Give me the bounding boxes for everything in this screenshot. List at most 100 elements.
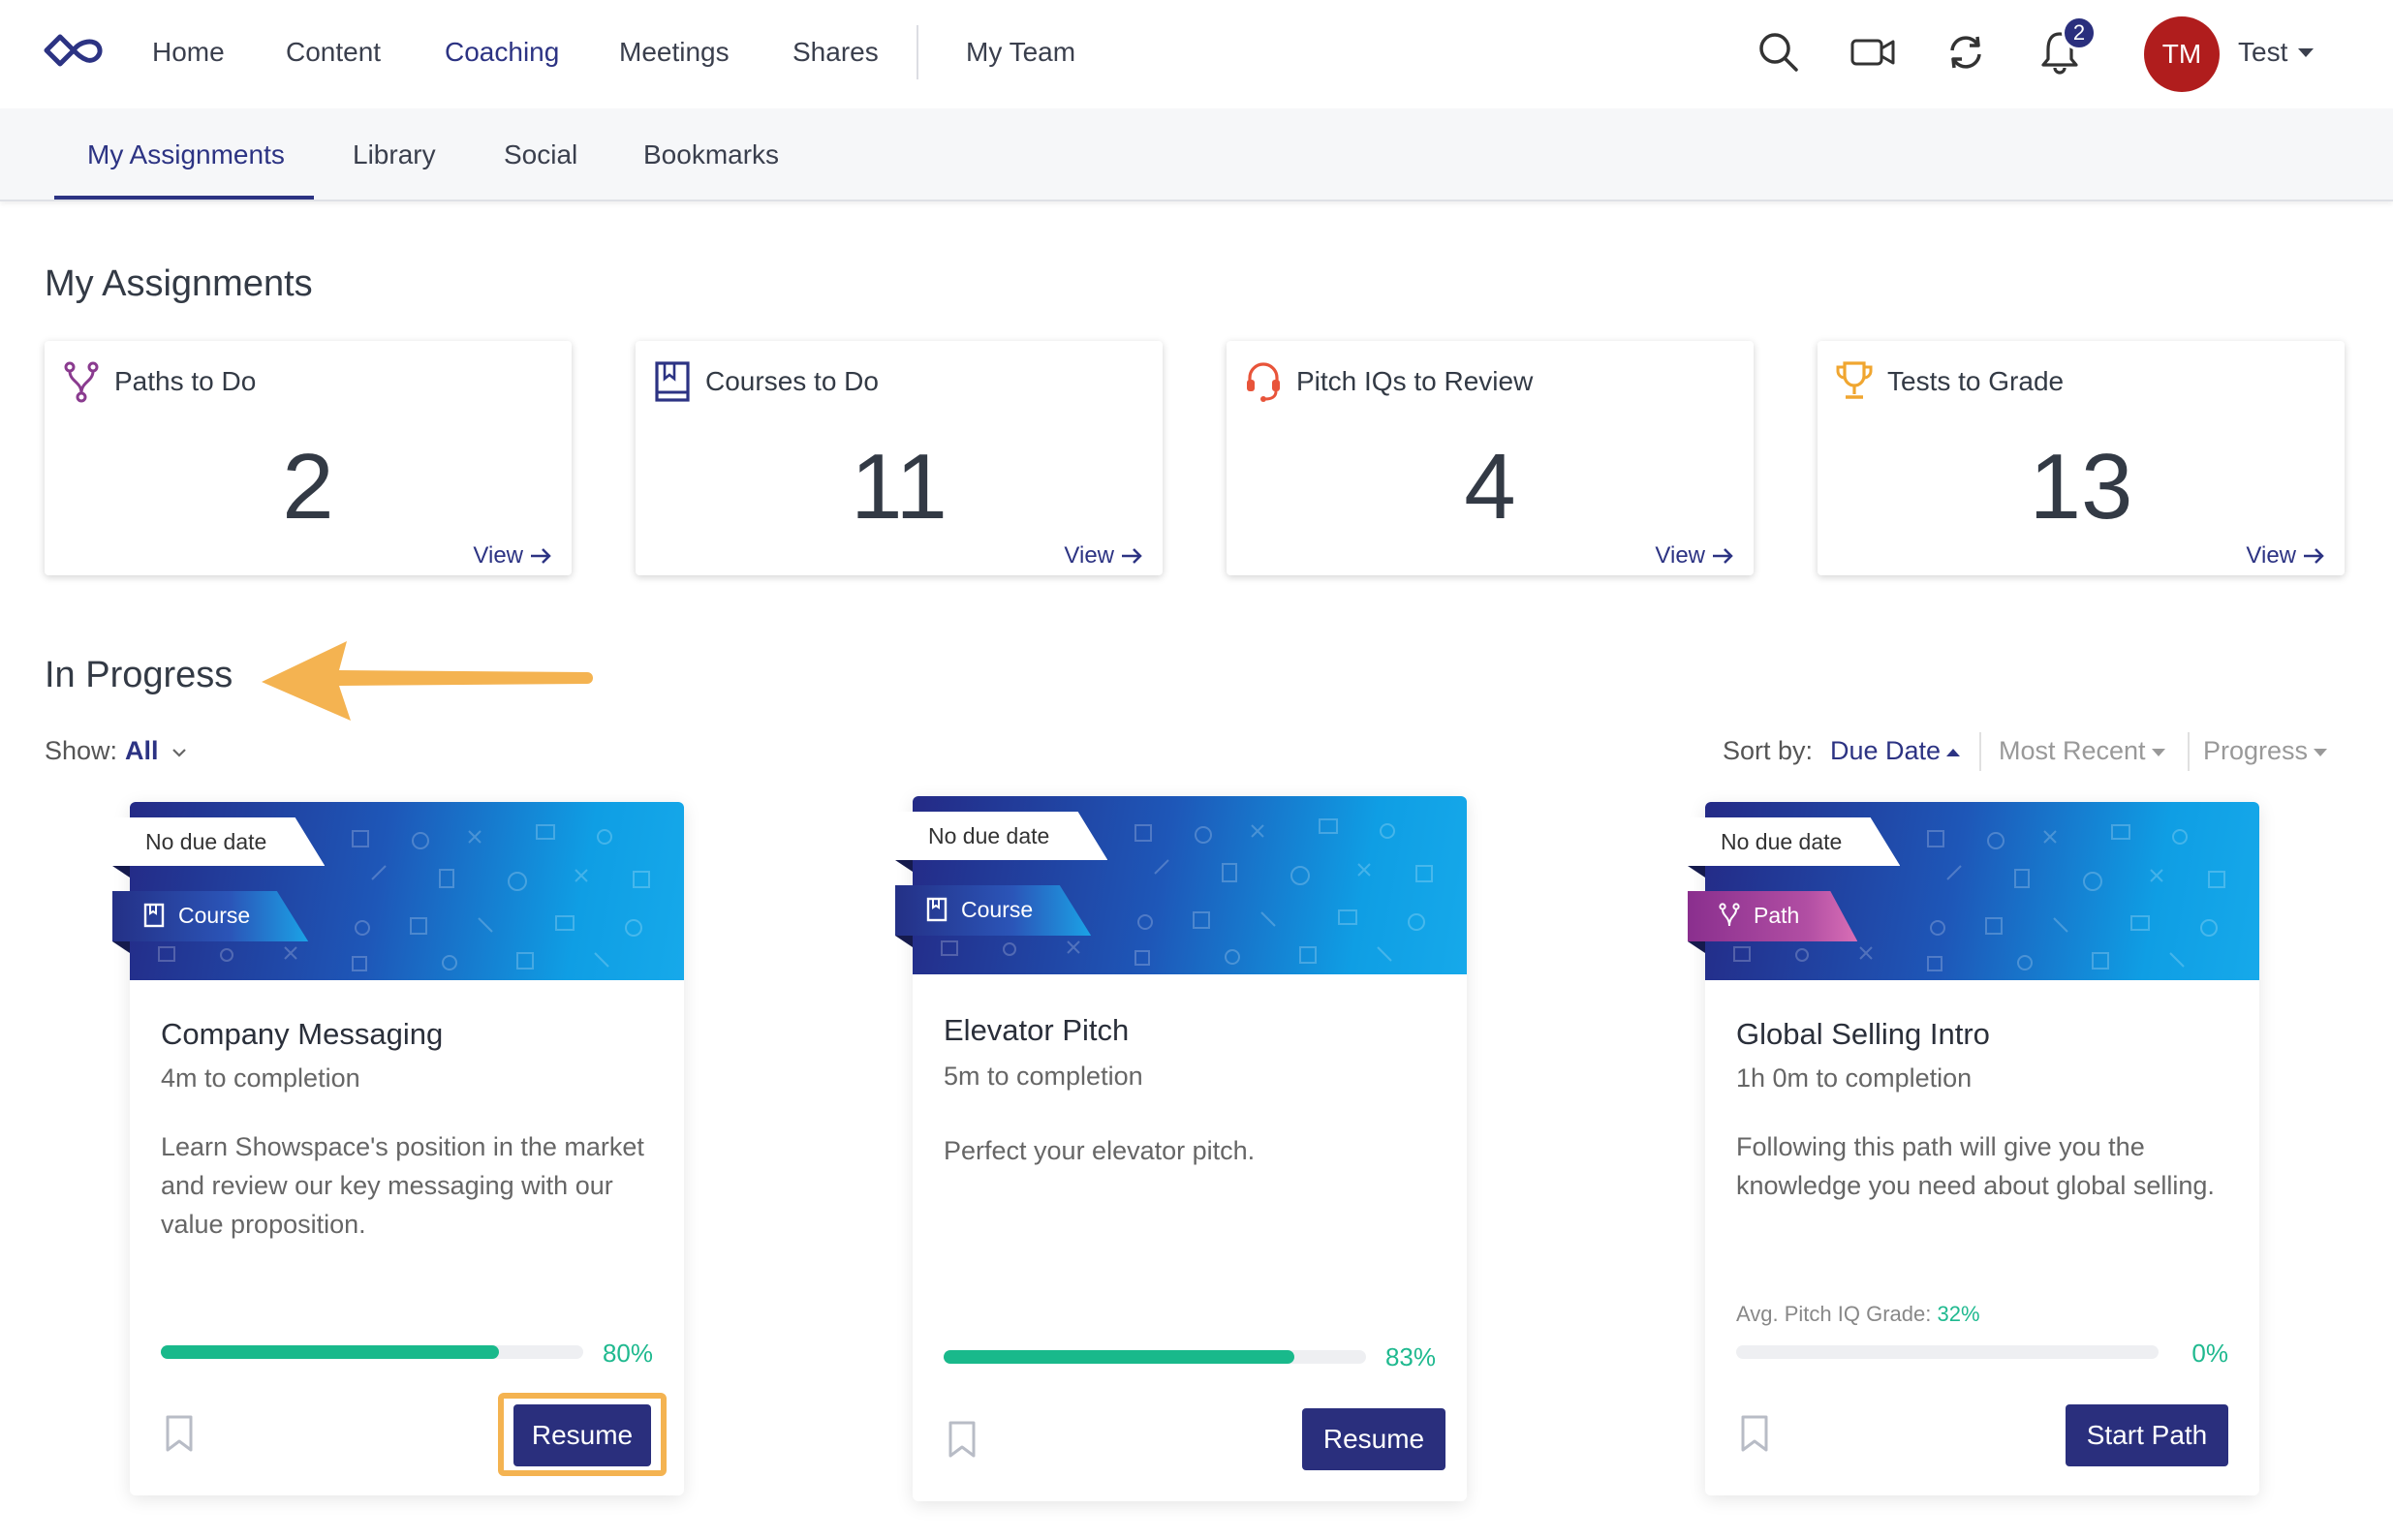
- type-tag-path: Path: [1688, 891, 1858, 941]
- tab-bookmarks[interactable]: Bookmarks: [643, 139, 779, 170]
- type-tag-label: Course: [961, 897, 1034, 922]
- stat-card-tests[interactable]: Tests to Grade 13 View: [1818, 341, 2345, 575]
- book-icon: [143, 903, 165, 928]
- card-description: Learn Showspace's position in the market…: [161, 1132, 644, 1239]
- progress-percent: 83%: [1384, 1342, 1436, 1371]
- sort-label: Sort by:: [1723, 736, 1814, 765]
- card-title[interactable]: Global Selling Intro: [1736, 1017, 1990, 1052]
- nav-shares[interactable]: Shares: [792, 37, 879, 68]
- tag-fold: [112, 866, 130, 878]
- view-link[interactable]: View: [1064, 542, 1143, 570]
- due-date-tag: No due date: [1688, 817, 1901, 866]
- grade-label: Avg. Pitch IQ Grade:: [1736, 1302, 1932, 1326]
- show-value: All: [125, 736, 159, 765]
- sort-progress[interactable]: Progress: [2203, 736, 2328, 766]
- tab-my-assignments[interactable]: My Assignments: [87, 139, 285, 170]
- bookmark-icon[interactable]: [165, 1414, 194, 1453]
- sort-separator: [2188, 732, 2190, 771]
- assignment-card-global-selling-intro[interactable]: No due date Path Global Selling Intro 1h…: [1688, 802, 2259, 1495]
- type-tag-label: Course: [178, 903, 251, 928]
- user-menu-caret-icon[interactable]: [2298, 48, 2314, 57]
- stat-value: 13: [2029, 435, 2133, 539]
- sort-separator: [1979, 732, 1981, 771]
- nav-home[interactable]: Home: [152, 37, 225, 68]
- card-title[interactable]: Company Messaging: [161, 1017, 443, 1052]
- resume-button[interactable]: Resume: [513, 1404, 651, 1466]
- stat-value: 2: [282, 435, 334, 539]
- view-link[interactable]: View: [473, 542, 552, 570]
- page-title: My Assignments: [45, 263, 313, 304]
- bookmark-icon[interactable]: [1740, 1414, 1769, 1453]
- view-link-label: View: [1064, 542, 1114, 569]
- card-duration: 1h 0m to completion: [1736, 1063, 1973, 1093]
- arrow-right-icon: [2304, 548, 2324, 564]
- stat-card-pitch-iqs[interactable]: Pitch IQs to Review 4 View: [1227, 341, 1754, 575]
- progress-bar: [1736, 1345, 2159, 1359]
- stat-label: Pitch IQs to Review: [1296, 366, 1534, 396]
- stat-label: Tests to Grade: [1887, 366, 2065, 396]
- tab-social[interactable]: Social: [504, 139, 577, 170]
- progress-bar: [944, 1350, 1366, 1364]
- nav-coaching[interactable]: Coaching: [445, 37, 559, 68]
- in-progress-heading: In Progress: [45, 655, 233, 695]
- view-link[interactable]: View: [2246, 542, 2325, 570]
- stat-card-courses[interactable]: Courses to Do 11 View: [636, 341, 1163, 575]
- trophy-icon: [1836, 361, 1873, 399]
- stat-card-paths[interactable]: Paths to Do 2 View: [45, 341, 572, 575]
- sort-due-date[interactable]: Due Date: [1830, 736, 1961, 766]
- bookmark-icon[interactable]: [948, 1420, 977, 1459]
- nav-meetings[interactable]: Meetings: [619, 37, 730, 68]
- progress-fill: [161, 1345, 499, 1359]
- chevron-down-icon: [172, 749, 186, 757]
- top-navbar: Home Content Coaching Meetings Shares My…: [0, 0, 2393, 108]
- progress-percent: 80%: [602, 1339, 653, 1368]
- avatar[interactable]: TM: [2144, 16, 2220, 92]
- sort-ascending-icon: [1946, 748, 1961, 756]
- sub-navbar: My Assignments Library Social Bookmarks: [0, 108, 2393, 201]
- nav-divider: [917, 25, 918, 79]
- card-title[interactable]: Elevator Pitch: [944, 1013, 1129, 1048]
- stat-label: Courses to Do: [705, 366, 879, 396]
- card-duration: 4m to completion: [161, 1063, 360, 1093]
- resume-button[interactable]: Resume: [1302, 1408, 1445, 1470]
- tag-fold: [1688, 941, 1705, 953]
- grade-value: 32%: [1937, 1302, 1980, 1326]
- show-filter[interactable]: Show: All: [45, 736, 187, 766]
- stat-value: 11: [851, 435, 948, 539]
- type-tag-label: Path: [1754, 903, 1800, 928]
- avg-pitch-iq-grade: Avg. Pitch IQ Grade: 32%: [1736, 1302, 1980, 1327]
- tag-fold: [112, 941, 130, 953]
- view-link[interactable]: View: [1655, 542, 1734, 570]
- book-icon: [655, 361, 690, 402]
- start-path-button[interactable]: Start Path: [2066, 1404, 2228, 1466]
- annotation-arrow-icon: [262, 641, 593, 721]
- type-tag-course: Course: [112, 891, 309, 941]
- tab-library[interactable]: Library: [353, 139, 436, 170]
- stat-label: Paths to Do: [114, 366, 257, 396]
- due-date-tag: No due date: [112, 817, 326, 866]
- show-label: Show:: [45, 736, 118, 765]
- sort-most-recent-label: Most Recent: [1999, 736, 2146, 765]
- card-description: Perfect your elevator pitch.: [944, 1136, 1256, 1165]
- notification-badge: 2: [2062, 15, 2097, 50]
- sort-most-recent[interactable]: Most Recent: [1999, 736, 2165, 766]
- path-fork-icon: [1719, 903, 1740, 927]
- video-camera-icon[interactable]: [1849, 29, 1896, 76]
- card-duration: 5m to completion: [944, 1062, 1143, 1091]
- tag-fold: [1688, 866, 1705, 878]
- nav-content[interactable]: Content: [286, 37, 381, 68]
- sync-icon[interactable]: [1942, 29, 1989, 76]
- assignment-card-company-messaging[interactable]: No due date Course Company Messaging 4m …: [112, 802, 684, 1495]
- tag-fold: [895, 936, 913, 947]
- due-date-tag: No due date: [895, 812, 1108, 860]
- user-name[interactable]: Test: [2238, 37, 2287, 68]
- search-icon[interactable]: [1756, 29, 1802, 76]
- progress-bar: [161, 1345, 583, 1359]
- progress-fill: [944, 1350, 1294, 1364]
- assignment-card-elevator-pitch[interactable]: No due date Course Elevator Pitch 5m to …: [895, 796, 1467, 1501]
- card-description: Following this path will give you the kn…: [1736, 1132, 2215, 1200]
- sort-due-date-label: Due Date: [1830, 736, 1942, 765]
- infinity-logo-icon[interactable]: [41, 29, 107, 72]
- sort-caret-icon: [2314, 748, 2328, 756]
- nav-my-team[interactable]: My Team: [966, 37, 1075, 68]
